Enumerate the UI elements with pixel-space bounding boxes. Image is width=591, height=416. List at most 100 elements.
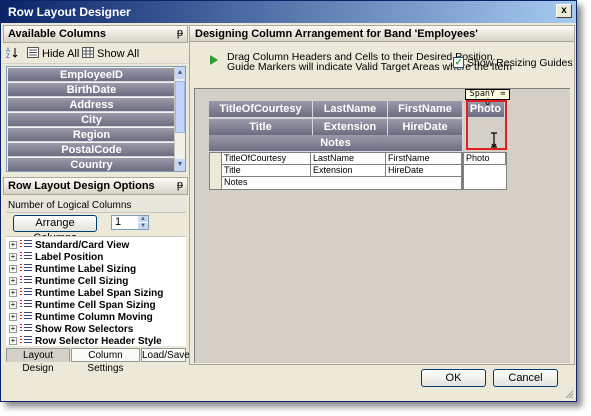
option-label: Runtime Cell Sizing bbox=[35, 276, 129, 287]
expand-icon[interactable]: + bbox=[9, 313, 17, 321]
option-item[interactable]: + Row Selector Header Style bbox=[9, 335, 162, 347]
cell-item[interactable]: FirstName bbox=[386, 153, 462, 165]
column-item[interactable]: EmployeeID bbox=[8, 68, 175, 82]
option-list-icon bbox=[20, 324, 32, 331]
layout-canvas[interactable]: TitleOfCourtesy LastName FirstName Photo… bbox=[194, 88, 570, 363]
cell-item[interactable]: Notes bbox=[222, 177, 462, 189]
scroll-down-icon[interactable]: ▼ bbox=[175, 159, 185, 171]
cell-item[interactable]: Extension bbox=[311, 165, 386, 177]
option-item[interactable]: + Standard/Card View bbox=[9, 239, 129, 251]
grid-icon bbox=[82, 47, 94, 58]
left-pane: Available Columns ᵽ AZ Hide All Show All… bbox=[3, 25, 190, 374]
available-columns-list: EmployeeID BirthDate Address City Region… bbox=[6, 66, 186, 172]
show-guides-checkbox[interactable]: ✓ bbox=[453, 57, 464, 68]
cell-item[interactable]: TitleOfCourtesy bbox=[222, 153, 311, 165]
arrange-columns-button[interactable]: Arrange Columns bbox=[13, 215, 97, 244]
designer-header: Designing Column Arrangement for Band 'E… bbox=[190, 26, 574, 42]
cell-item[interactable]: Photo bbox=[464, 153, 506, 165]
tab-load-save[interactable]: Load/Save bbox=[141, 348, 190, 362]
sort-button[interactable]: AZ bbox=[6, 47, 21, 60]
option-item[interactable]: + Runtime Label Span Sizing bbox=[9, 287, 163, 299]
hide-all-button[interactable]: Hide All bbox=[27, 47, 79, 60]
close-button[interactable]: x bbox=[556, 4, 572, 18]
column-item[interactable]: Country bbox=[8, 158, 175, 171]
option-list-icon bbox=[20, 252, 32, 259]
column-header[interactable]: TitleOfCourtesy bbox=[209, 101, 313, 118]
options-tabs: Layout Design Column Settings Load/Save bbox=[6, 348, 190, 374]
span-tooltip: SpanY = 6 bbox=[465, 89, 510, 108]
photo-cell-column: Photo bbox=[463, 152, 507, 190]
scroll-thumb[interactable] bbox=[175, 81, 185, 133]
logical-columns-label: Number of Logical Columns bbox=[6, 199, 186, 213]
list-icon bbox=[27, 47, 39, 58]
available-columns-toolbar: AZ Hide All Show All bbox=[3, 44, 188, 64]
title-bar[interactable]: Row Layout Designer x bbox=[1, 1, 576, 23]
window-title: Row Layout Designer bbox=[8, 5, 131, 19]
option-label: Runtime Label Sizing bbox=[35, 264, 137, 275]
show-guides-label: Show Resizing Guides bbox=[467, 57, 573, 69]
expand-icon[interactable]: + bbox=[9, 265, 17, 273]
row-selector bbox=[210, 153, 222, 189]
option-item[interactable]: + Runtime Label Sizing bbox=[9, 263, 136, 275]
cell-item[interactable]: LastName bbox=[311, 153, 386, 165]
option-item[interactable]: + Runtime Cell Sizing bbox=[9, 275, 128, 287]
expand-icon[interactable]: + bbox=[9, 277, 17, 285]
column-item[interactable]: PostalCode bbox=[8, 143, 175, 157]
option-item[interactable]: + Show Row Selectors bbox=[9, 323, 133, 335]
option-item[interactable]: + Runtime Column Moving bbox=[9, 311, 153, 323]
expand-icon[interactable]: + bbox=[9, 337, 17, 345]
option-list-icon bbox=[20, 312, 32, 319]
show-all-button[interactable]: Show All bbox=[82, 47, 139, 60]
tab-column-settings[interactable]: Column Settings bbox=[71, 348, 140, 374]
resize-guide-icon bbox=[491, 132, 497, 148]
option-label: Runtime Column Moving bbox=[35, 312, 153, 323]
designer-title: Designing Column Arrangement for Band 'E… bbox=[195, 28, 478, 40]
options-header: Row Layout Design Options ᵽ bbox=[3, 177, 188, 195]
resize-grip-icon[interactable] bbox=[564, 389, 574, 399]
pin-icon[interactable]: ᵽ bbox=[177, 27, 183, 39]
available-columns-scrollbar[interactable]: ▲ ▼ bbox=[174, 67, 185, 171]
option-label: Runtime Cell Span Sizing bbox=[35, 300, 156, 311]
hide-all-label: Hide All bbox=[42, 48, 80, 60]
cancel-button[interactable]: Cancel bbox=[493, 369, 558, 387]
column-header[interactable]: HireDate bbox=[388, 119, 463, 136]
column-header[interactable]: FirstName bbox=[388, 101, 463, 118]
option-list-icon bbox=[20, 264, 32, 271]
option-label: Label Position bbox=[35, 252, 104, 263]
ok-button[interactable]: OK bbox=[421, 369, 486, 387]
expand-icon[interactable]: + bbox=[9, 241, 17, 249]
option-list-icon bbox=[20, 336, 32, 343]
logical-columns-value: 1 bbox=[115, 216, 122, 228]
tab-layout-design[interactable]: Layout Design bbox=[6, 348, 70, 374]
logical-columns-spinner[interactable]: 1 ▲ ▼ bbox=[111, 215, 149, 230]
column-header[interactable]: Title bbox=[209, 119, 313, 136]
option-label: Runtime Label Span Sizing bbox=[35, 288, 164, 299]
cell-item[interactable]: HireDate bbox=[386, 165, 462, 177]
option-label: Row Selector Header Style bbox=[35, 336, 162, 347]
column-header[interactable]: LastName bbox=[313, 101, 388, 118]
column-item[interactable]: Address bbox=[8, 98, 175, 112]
spin-up-icon[interactable]: ▲ bbox=[138, 216, 148, 222]
expand-icon[interactable]: + bbox=[9, 301, 17, 309]
show-all-label: Show All bbox=[97, 48, 140, 60]
spin-down-icon[interactable]: ▼ bbox=[138, 223, 148, 229]
cell-item[interactable]: Title bbox=[222, 165, 311, 177]
scroll-up-icon[interactable]: ▲ bbox=[175, 67, 185, 79]
column-header[interactable]: Extension bbox=[313, 119, 388, 136]
pin-icon[interactable]: ᵽ bbox=[177, 179, 183, 191]
column-header[interactable]: Notes bbox=[209, 135, 463, 152]
svg-text:Z: Z bbox=[6, 54, 10, 58]
available-columns-header: Available Columns ᵽ bbox=[3, 25, 188, 43]
option-label: Standard/Card View bbox=[35, 240, 130, 251]
column-item[interactable]: City bbox=[8, 113, 175, 127]
option-item[interactable]: + Runtime Cell Span Sizing bbox=[9, 299, 156, 311]
expand-icon[interactable]: + bbox=[9, 289, 17, 297]
target-guide-marker bbox=[466, 100, 507, 150]
expand-icon[interactable]: + bbox=[9, 325, 17, 333]
option-item[interactable]: + Label Position bbox=[9, 251, 103, 263]
column-item[interactable]: Region bbox=[8, 128, 175, 142]
row-layout-designer-window: Row Layout Designer x Available Columns … bbox=[0, 0, 577, 402]
column-item[interactable]: BirthDate bbox=[8, 83, 175, 97]
expand-icon[interactable]: + bbox=[9, 253, 17, 261]
option-list-icon bbox=[20, 288, 32, 295]
